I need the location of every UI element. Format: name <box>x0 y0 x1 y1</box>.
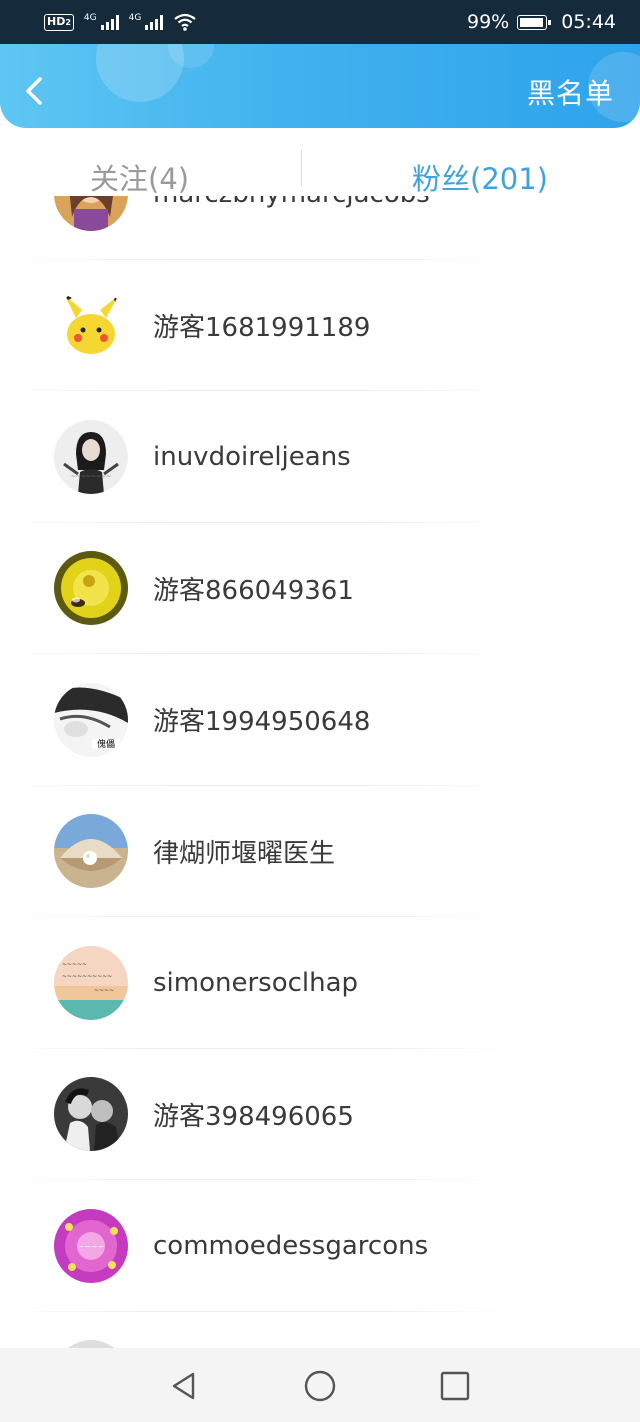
fan-name: 游客398496065 <box>153 1101 354 1132</box>
wifi-icon <box>174 13 197 31</box>
square-recent-icon[interactable] <box>437 1368 473 1404</box>
circle-home-icon[interactable] <box>302 1368 338 1404</box>
fans-list[interactable]: marczbhymarcjacobs 游客1681991189 <box>0 196 640 1348</box>
status-bar: HD2 4G 4G 99% 05:44 <box>0 0 640 44</box>
tab-following[interactable]: 关注(4) <box>90 156 189 198</box>
list-item[interactable]: 傀儡 游客1994950648 <box>0 654 640 786</box>
fan-name: 游客1681991189 <box>153 312 371 343</box>
list-item[interactable]: 游客398496065 <box>0 1049 640 1181</box>
yellow-flower-bee-avatar <box>54 551 128 626</box>
pikachu-avatar <box>54 288 128 363</box>
blacklist-button[interactable]: 黑名单 <box>527 72 614 112</box>
list-item[interactable]: 游客1681991189 <box>0 260 640 392</box>
list-item[interactable]: ~~~~~~~~ inuvdoireljeans <box>0 391 640 523</box>
svg-text:~~~~: ~~~~ <box>78 1242 105 1251</box>
hd-icon: HD2 <box>44 13 74 31</box>
couple-bw-avatar <box>54 1077 128 1152</box>
app-header: 黑名单 <box>0 44 640 128</box>
fan-name: 游客866049361 <box>153 575 354 606</box>
bw-hair-text-avatar: 傀儡 <box>54 682 128 757</box>
sunset-text-avatar: ~~~~~ ~~~~~~~~~~ ~~~~ <box>54 945 128 1020</box>
battery-percent: 99% <box>467 11 510 33</box>
triangle-back-icon[interactable] <box>166 1368 202 1404</box>
clock: 05:44 <box>561 11 616 33</box>
fan-name: inuvdoireljeans <box>153 441 351 472</box>
list-item[interactable]: 律煳师堰曜医生 <box>0 786 640 918</box>
system-nav-bar <box>0 1348 640 1422</box>
fan-name: 律煳师堰曜医生 <box>153 838 336 869</box>
chevron-left-icon[interactable] <box>18 74 52 108</box>
svg-text:傀儡: 傀儡 <box>97 738 115 750</box>
battery-icon <box>517 14 552 30</box>
list-item[interactable]: 游客866049361 <box>0 523 640 655</box>
fan-name: commoedessgarcons <box>153 1230 429 1261</box>
svg-text:~~~~: ~~~~ <box>94 987 114 994</box>
fan-name: 游客1994950648 <box>153 707 371 738</box>
svg-text:~~~~~: ~~~~~ <box>62 961 87 968</box>
list-item[interactable]: ~~~~ commoedessgarcons <box>0 1180 640 1312</box>
svg-text:~~~~~~~~: ~~~~~~~~ <box>71 473 111 480</box>
partial-avatar <box>54 1340 128 1348</box>
svg-text:~~~~~~~~~~: ~~~~~~~~~~ <box>62 973 112 980</box>
tab-bar: 关注(4) 粉丝(201) <box>0 128 640 218</box>
pearl-shell-avatar <box>54 814 128 889</box>
tab-fans[interactable]: 粉丝(201) <box>412 156 548 198</box>
fan-name: simonersoclhap <box>153 967 359 998</box>
woman-bw-avatar: ~~~~~~~~ <box>54 419 128 494</box>
signal-icon: 4G <box>84 14 119 30</box>
pink-love-avatar: ~~~~ <box>54 1208 128 1283</box>
list-item[interactable]: ~~~~~ ~~~~~~~~~~ ~~~~ simonersoclhap <box>0 917 640 1049</box>
tab-divider <box>301 150 302 186</box>
signal-icon: 4G <box>129 14 164 30</box>
list-item[interactable] <box>0 1312 640 1348</box>
